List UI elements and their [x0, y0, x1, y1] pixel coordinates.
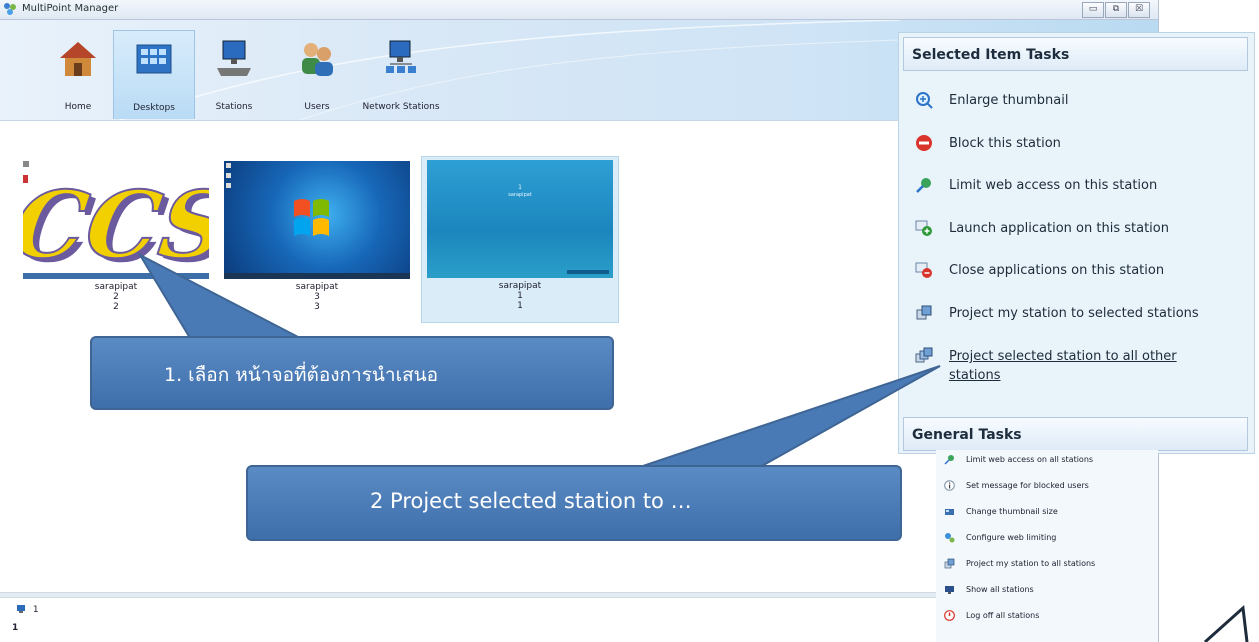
nav-desktops-label: Desktops: [133, 103, 175, 113]
show-stations-icon: [945, 586, 954, 594]
session-id: 1: [517, 301, 523, 311]
web-limit-icon: [916, 178, 931, 193]
desktops-icon: [136, 44, 172, 74]
thumbnail-size-icon: [945, 509, 954, 515]
station-tile-2[interactable]: CCS CCS sarapipat 2 2: [18, 158, 214, 323]
station-thumbnail-locked[interactable]: 1 sarapipat: [427, 160, 613, 278]
nav-home-label: Home: [64, 102, 92, 112]
station-tile-3[interactable]: sarapipat 3 3: [219, 158, 415, 323]
launch-app-icon: [915, 220, 932, 236]
gtask-label: Project my station to all stations: [966, 559, 1096, 568]
thumbnail-screen-user: sarapipat: [508, 192, 532, 198]
gtask-label: Set message for blocked users: [966, 481, 1089, 490]
close-app-icon: [915, 262, 932, 278]
gtask-label: Change thumbnail size: [966, 507, 1058, 516]
gtask-label: Configure web limiting: [966, 533, 1057, 542]
web-limit-icon: [944, 455, 954, 465]
station-user: sarapipat: [94, 282, 138, 292]
callout-project-selected: 2 Project selected station to …: [246, 465, 902, 541]
station-thumbnail-ccs[interactable]: CCS CCS: [23, 161, 209, 279]
station-id: 2: [113, 292, 119, 302]
general-tasks-list: Limit web access on all stations Set mes…: [936, 450, 1158, 642]
nav-users[interactable]: Users: [277, 30, 357, 122]
nav-desktops[interactable]: Desktops: [113, 30, 195, 119]
project-icon: [916, 305, 932, 320]
close-button[interactable]: ☒: [1128, 2, 1150, 18]
project-icon: [944, 558, 955, 569]
station-list-subrow: 1: [12, 623, 19, 633]
callout-select-screen: 1. เลือก หน้าจอที่ต้องการนำเสนอ: [90, 336, 614, 410]
network-stations-icon: [386, 40, 416, 73]
station-user: sarapipat: [295, 282, 339, 292]
session-id: 3: [314, 302, 320, 312]
stations-icon: [217, 40, 251, 76]
task-label: Enlarge thumbnail: [949, 93, 1069, 108]
nav-home[interactable]: Home: [38, 30, 118, 122]
zoom-in-icon: [916, 92, 933, 109]
station-tile-3-info: sarapipat 3 3: [219, 282, 415, 312]
thumbnail-status-strip: [567, 270, 609, 274]
station-tile-1-info: sarapipat 1 1: [422, 281, 618, 311]
svg-text:CCS: CCS: [23, 170, 209, 278]
thumbnail-screen-number: 1: [518, 184, 522, 191]
block-icon: [916, 135, 932, 151]
users-icon: [302, 43, 333, 76]
window-title: MultiPoint Manager: [22, 3, 119, 14]
nav-network-stations[interactable]: Network Stations: [356, 30, 446, 122]
ccs-logo-wallpaper: CCS CCS: [23, 161, 209, 279]
home-icon: [60, 42, 96, 76]
windows-logo-wallpaper: [224, 163, 410, 279]
station-tile-2-info: sarapipat 2 2: [18, 282, 214, 312]
station-small-icon: [17, 605, 25, 613]
minimize-button[interactable]: ▭: [1082, 2, 1104, 18]
title-bar: MultiPoint Manager ▭ ⧉ ☒: [0, 0, 1158, 20]
callout-2-text: 2 Project selected station to …: [370, 489, 692, 513]
task-label: Close applications on this station: [949, 263, 1165, 278]
configure-web-icon: [945, 533, 955, 543]
decorative-stroke: [1203, 604, 1249, 642]
task-label: Block this station: [949, 136, 1061, 151]
nav-stations-label: Stations: [215, 102, 253, 112]
task-label: Project my station to selected stations: [949, 306, 1199, 321]
project-all-icon: [915, 347, 933, 363]
station-user: sarapipat: [498, 281, 542, 291]
gtask-label: Log off all stations: [966, 611, 1040, 620]
gtask-label: Limit web access on all stations: [966, 455, 1094, 464]
nav-users-label: Users: [304, 102, 330, 112]
task-project-selected-to-all[interactable]: Project selected station to all other st…: [915, 347, 1245, 387]
station-id: 1: [517, 291, 523, 301]
task-label: Project selected station to all other: [949, 349, 1177, 364]
station-list-row[interactable]: 1: [16, 604, 39, 615]
restore-button[interactable]: ⧉: [1105, 2, 1127, 18]
station-list-row-label: 1: [32, 604, 39, 615]
nav-network-stations-label: Network Stations: [362, 102, 440, 112]
task-label-line2: stations: [949, 368, 1001, 383]
log-off-icon: [944, 610, 955, 621]
task-label: Limit web access on this station: [949, 178, 1158, 193]
station-id: 3: [314, 292, 320, 302]
gtask-label: Show all stations: [966, 585, 1034, 594]
station-tile-1-selected[interactable]: 1 sarapipat sarapipat 1 1: [421, 156, 619, 323]
multipoint-app-icon: [4, 3, 16, 15]
station-thumbnail-windows7[interactable]: [224, 161, 410, 279]
session-id: 2: [113, 302, 119, 312]
selected-item-tasks-panel: Selected Item Tasks Enlarge thumbnail Bl…: [898, 32, 1255, 454]
nav-stations[interactable]: Stations: [194, 30, 274, 122]
task-label: Launch application on this station: [949, 221, 1169, 236]
callout-1-text: 1. เลือก หน้าจอที่ต้องการนำเสนอ: [164, 364, 439, 386]
selected-item-tasks-header: Selected Item Tasks: [903, 37, 1248, 71]
info-icon: [944, 480, 955, 491]
general-tasks-header: General Tasks: [903, 417, 1248, 451]
